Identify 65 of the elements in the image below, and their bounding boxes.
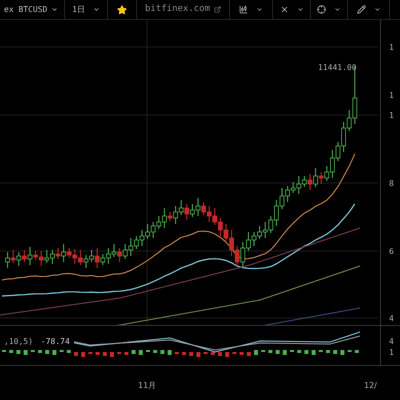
cross-icon <box>280 5 288 14</box>
histogram-bar <box>189 352 194 356</box>
histogram-bar <box>210 352 215 355</box>
time-axis-label: 11月 <box>138 380 156 392</box>
histogram-bar <box>312 350 316 355</box>
histogram-bar <box>66 350 71 353</box>
histogram-bar <box>333 350 338 354</box>
histogram-bar <box>124 352 128 355</box>
histogram-bar <box>81 352 86 357</box>
histogram-bar <box>16 350 20 354</box>
histogram-bar <box>297 350 302 353</box>
interval-selector[interactable]: 1日 <box>65 0 108 19</box>
site-link[interactable]: bitfinex.com <box>137 0 230 19</box>
tool-icon <box>317 5 326 14</box>
histogram-bar <box>304 350 308 354</box>
histogram-bar <box>45 350 50 354</box>
price-axis-label: 6 <box>389 246 394 258</box>
histogram-bar <box>102 352 107 356</box>
caret-icon <box>296 6 304 13</box>
external-link-icon <box>214 6 222 13</box>
time-axis-label: 12/ <box>364 380 377 392</box>
histogram-bar <box>276 350 280 354</box>
histogram-bar <box>153 350 158 353</box>
caret-icon <box>92 6 100 13</box>
histogram-bar <box>74 352 78 356</box>
price-axis-label: 4 <box>389 313 394 325</box>
indicator-value: -78.74 <box>40 336 70 348</box>
histogram-bar <box>246 352 251 356</box>
star-icon <box>117 4 127 14</box>
histogram-bar <box>132 350 136 354</box>
histogram-bar <box>268 350 272 353</box>
histogram-bar <box>110 352 114 357</box>
histogram-bar <box>326 350 330 353</box>
caret-icon <box>334 6 341 13</box>
histogram-bar <box>168 350 172 355</box>
histogram-bar <box>196 352 200 357</box>
histogram-bar <box>282 350 287 355</box>
candlestick-icon <box>239 5 248 14</box>
caret-icon <box>374 6 380 13</box>
oscillator-axis-label: 1 <box>389 347 394 359</box>
histogram-bar <box>138 350 143 355</box>
high-price-label: 11441.00 <box>318 62 357 74</box>
histogram-bar <box>225 352 230 357</box>
price-axis-label: 1 <box>389 42 394 54</box>
histogram-bar <box>160 350 164 354</box>
caret-icon <box>51 6 58 13</box>
price-axis-label: 1 <box>389 110 394 122</box>
price-axis-label: 8 <box>389 178 394 190</box>
histogram-bar <box>96 352 100 355</box>
oscillator-axis-label: 4 <box>389 336 394 348</box>
histogram-bar <box>354 350 359 353</box>
histogram-bar <box>9 350 14 353</box>
histogram-bar <box>254 350 258 355</box>
histogram-bar <box>38 350 42 353</box>
histogram-bar <box>182 352 186 355</box>
histogram-bar <box>218 352 222 356</box>
histogram-bar <box>52 350 56 355</box>
histogram-bar <box>24 350 28 355</box>
indicator-params: ,10,5) <box>4 336 33 348</box>
histogram-bar <box>240 352 244 355</box>
caret-icon <box>256 6 263 13</box>
symbol-selector[interactable]: ex BTCUSD <box>0 0 65 19</box>
pencil-icon <box>356 5 366 14</box>
histogram-bar <box>340 350 344 355</box>
price-axis-label: 1 <box>389 90 394 102</box>
